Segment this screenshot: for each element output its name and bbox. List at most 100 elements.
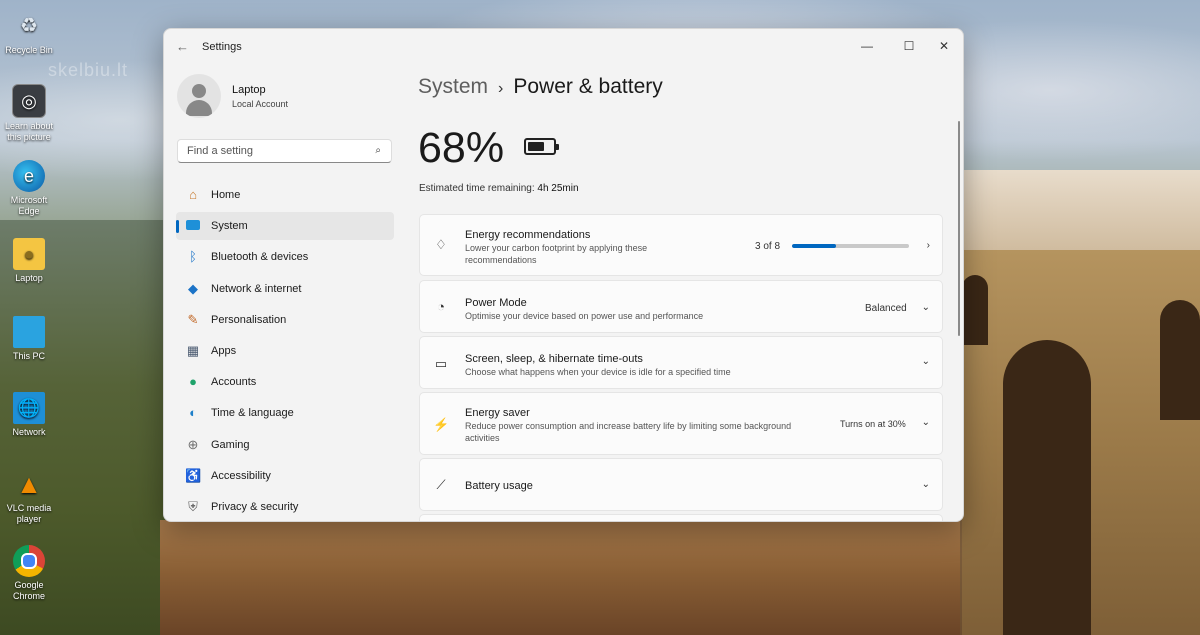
sidebar-item-label: Apps [211,344,237,357]
desktop-icon-network[interactable]: 🌐 Network [4,392,54,438]
accounts-icon: ● [189,374,197,390]
edge-icon: e [13,160,45,192]
sidebar-item-label: Gaming [211,438,250,451]
card-description: Reduce power consumption and increase ba… [465,421,792,443]
chart-line-icon: ⟋ [436,477,446,492]
title-bar[interactable]: ← Settings — ☐ ✕ [164,29,963,65]
desktop-icon-label: Microsoft Edge [10,195,48,216]
breadcrumb: System › Power & battery [418,75,663,99]
card-description: Lower your carbon footprint by applying … [465,243,648,265]
sidebar-item-label: System [211,220,248,233]
minimize-button[interactable]: — [850,34,884,58]
chevron-down-icon[interactable]: ⌄ [922,302,930,313]
breadcrumb-separator: › [498,80,504,97]
desktop-icon-learn-about-picture[interactable]: ◎ Learn about this picture [4,84,54,143]
sidebar-item-label: Home [211,189,241,201]
accessibility-icon: ♿ [185,467,202,483]
bluetooth-icon: ᛒ [189,249,197,265]
sidebar-item-label: Personalisation [211,313,287,326]
avatar[interactable] [177,74,221,118]
home-icon: ⌂ [189,187,197,202]
wifi-icon: ◆ [188,280,198,296]
brush-icon: ✎ [187,311,199,327]
network-icon: 🌐 [13,392,45,424]
sidebar-item-gaming[interactable]: ⊕ Gaming [176,431,394,459]
energy-saver-icon: ⚡ [433,417,450,432]
battery-usage-card[interactable]: ⟋ Battery usage ⌄ [419,458,943,511]
scrollbar[interactable] [958,121,960,336]
chevron-down-icon[interactable]: ⌄ [922,417,930,428]
desktop-icon-label: Recycle Bin [5,45,53,55]
power-mode-dropdown[interactable]: Balanced [865,303,907,314]
monitor-icon [13,316,45,348]
desktop-icon-vlc[interactable]: ▲ VLC media player [4,468,54,525]
sidebar-item-time-language[interactable]: ◐ Time & language [176,399,394,427]
estimated-time-remaining: Estimated time remaining: 4h 25min [419,183,579,194]
desktop-icon-laptop-folder[interactable]: ● Laptop [4,238,54,284]
settings-window: ← Settings — ☐ ✕ Laptop Local Account ⌕ … [163,28,964,522]
desktop-icon-chrome[interactable]: Google Chrome [4,545,54,602]
search-icon[interactable]: ⌕ [375,145,381,156]
maximize-button[interactable]: ☐ [892,34,926,58]
energy-recommendations-card[interactable]: ♢ Energy recommendations Lower your carb… [419,214,943,276]
battery-fill [528,142,544,151]
avatar-body [186,100,212,116]
screen-sleep-card[interactable]: ▭ Screen, sleep, & hibernate time-outs C… [419,336,943,389]
globe-clock-icon: ◐ [189,405,197,421]
sidebar-item-system[interactable]: System [176,212,394,241]
sidebar-item-personalisation[interactable]: ✎ Personalisation [176,306,394,334]
sidebar-item-privacy[interactable]: ⛨ Privacy & security [176,493,394,521]
search-box[interactable]: ⌕ [177,139,392,163]
desktop-icon-edge[interactable]: e Microsoft Edge [4,160,54,217]
remaining-label: Estimated time remaining: [419,183,535,194]
card-title: Energy recommendations [465,229,591,241]
sidebar-item-accessibility[interactable]: ♿ Accessibility [176,462,394,490]
desktop-icon-label: Laptop [15,273,43,283]
user-folder-icon: ● [13,238,45,270]
chevron-down-icon[interactable]: ⌄ [922,479,930,490]
desktop-icon-recycle-bin[interactable]: ♻ Recycle Bin [4,10,54,56]
window-title: Settings [202,41,242,53]
recommendations-count: 3 of 8 [755,241,781,252]
energy-saver-threshold: Turns on at 30% [840,419,906,429]
remaining-value: 4h 25min [537,183,579,194]
search-input[interactable] [185,144,369,158]
card-description: Optimise your device based on power use … [465,311,704,321]
card-title: Energy saver [465,407,530,419]
sidebar-item-home[interactable]: ⌂ Home [176,181,394,209]
back-arrow-icon[interactable]: ← [176,39,189,54]
breadcrumb-parent[interactable]: System [418,75,488,98]
wallpaper-cliff [160,520,960,635]
sidebar-item-accounts[interactable]: ● Accounts [176,368,394,396]
sidebar-item-label: Bluetooth & devices [211,251,309,264]
close-button[interactable]: ✕ [927,34,961,58]
chrome-icon [13,545,45,577]
page-title: Power & battery [513,75,663,98]
desktop-icon-label: Network [12,427,46,437]
vlc-icon: ▲ [16,468,42,499]
sidebar-item-label: Network & internet [211,282,302,295]
desktop-icon-label: VLC media player [6,503,52,524]
sidebar-item-bluetooth[interactable]: ᛒ Bluetooth & devices [176,243,394,271]
shield-icon: ⛨ [188,498,198,514]
sidebar-item-network[interactable]: ◆ Network & internet [176,275,394,303]
chevron-right-icon: › [926,240,930,251]
desktop-icon-label: This PC [12,351,45,361]
watermark: skelbiu.lt [48,60,129,80]
sidebar-item-apps[interactable]: ▦ Apps [176,337,394,365]
card-title: Battery usage [465,480,533,492]
wallpaper-bridge-arch [1003,340,1091,635]
apps-icon: ▦ [186,342,200,358]
desktop-icon-label: Google Chrome [12,580,45,601]
power-mode-card[interactable]: ◔ Power Mode Optimise your device based … [419,280,943,333]
card-description: Choose what happens when your device is … [465,367,731,377]
profile-name: Laptop [232,84,266,96]
recycle-bin-icon: ♻ [20,14,38,37]
sidebar-item-label: Time & language [211,407,294,420]
chevron-down-icon[interactable]: ⌄ [922,356,930,367]
sidebar-nav: ⌂ Home System ᛒ Bluetooth & devices ◆ Ne… [176,181,394,521]
recommendations-progress-bar [792,244,909,248]
desktop-icon-this-pc[interactable]: This PC [4,316,54,362]
energy-saver-card[interactable]: ⚡ Energy saver Reduce power consumption … [419,392,943,455]
screen-sleep-icon: ▭ [434,356,448,371]
